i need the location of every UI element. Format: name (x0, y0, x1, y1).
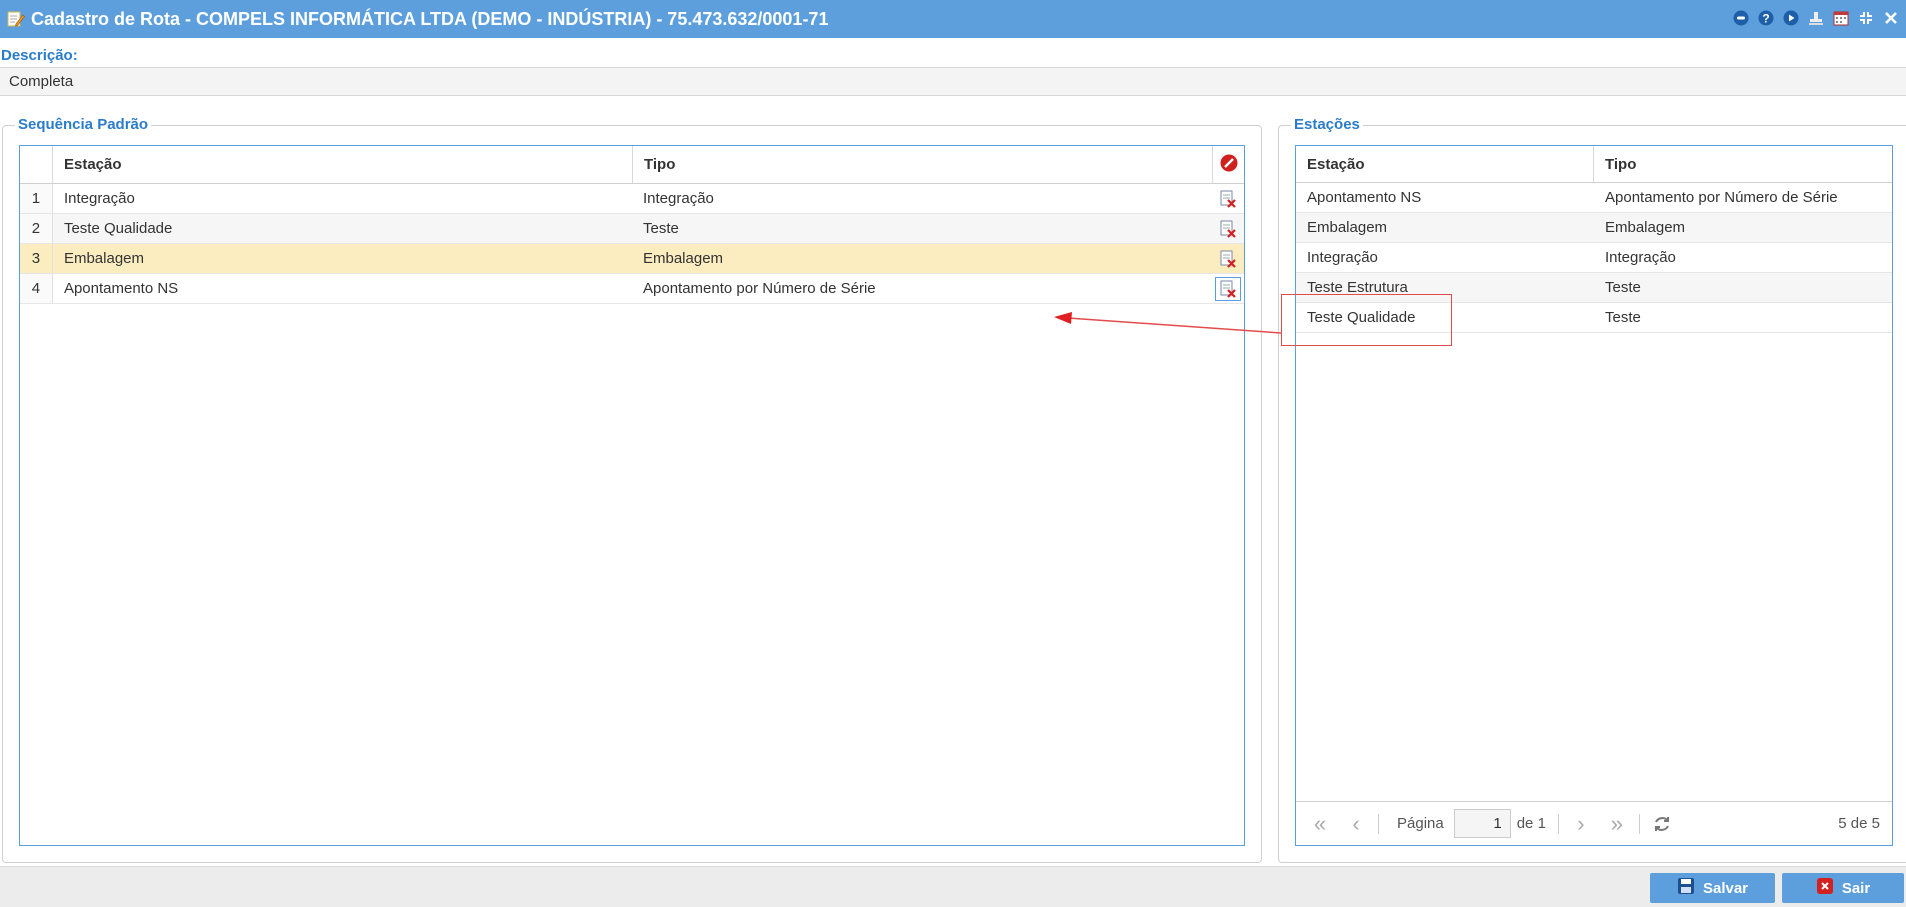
delete-doc-icon (1220, 250, 1236, 268)
rownum-header (20, 146, 53, 183)
column-header-tipo[interactable]: Tipo (633, 146, 1213, 183)
row-number: 3 (20, 244, 53, 273)
delete-row-cell (1211, 274, 1244, 303)
help-icon[interactable]: ? (1757, 9, 1775, 27)
last-page-icon[interactable]: » (1599, 809, 1635, 839)
row-number: 2 (20, 214, 53, 243)
next-page-icon[interactable]: › (1563, 809, 1599, 839)
row-number: 4 (20, 274, 53, 303)
page-label: Página (1397, 815, 1444, 832)
pager-separator (1557, 813, 1559, 834)
footer-bar: Salvar Sair (0, 866, 1906, 907)
estacoes-panel: Estações Estação Tipo Apontamento NS Apo… (1278, 116, 1906, 863)
previous-page-icon[interactable]: ‹ (1338, 809, 1374, 839)
exit-label: Sair (1841, 879, 1871, 897)
delete-row-button[interactable] (1215, 247, 1241, 271)
cell-tipo: Apontamento por Número de Série (643, 280, 876, 297)
table-row-selected[interactable]: 3 Embalagem Embalagem (20, 244, 1244, 274)
clear-all-button[interactable] (1213, 146, 1244, 183)
table-row[interactable]: Embalagem Embalagem (1296, 213, 1892, 243)
cell-estacao: Embalagem (1307, 219, 1388, 236)
row-number: 1 (20, 184, 53, 213)
cell-estacao: Apontamento NS (1307, 189, 1422, 206)
floppy-disk-icon (1677, 877, 1695, 899)
column-header-estacao[interactable]: Estação (53, 146, 633, 183)
delete-row-button[interactable] (1215, 217, 1241, 241)
cell-tipo: Teste (1605, 309, 1641, 326)
cell-tipo: Integração (1605, 249, 1676, 266)
edit-document-icon (5, 9, 25, 29)
cell-tipo: Integração (643, 190, 714, 207)
cell-estacao: Teste Qualidade (63, 220, 173, 237)
delete-doc-icon (1220, 280, 1236, 298)
descricao-input[interactable]: Completa (0, 67, 1906, 96)
column-header-estacao[interactable]: Estação (1296, 146, 1594, 182)
stamp-icon[interactable] (1807, 9, 1825, 27)
cell-tipo: Teste (1605, 279, 1641, 296)
play-icon[interactable] (1782, 9, 1800, 27)
cell-estacao: Integração (63, 190, 135, 207)
table-row[interactable]: 2 Teste Qualidade Teste (20, 214, 1244, 244)
descricao-label: Descrição: (1, 47, 78, 64)
delete-row-cell (1211, 214, 1244, 243)
delete-row-button[interactable] (1214, 276, 1241, 301)
estacoes-grid-header: Estação Tipo (1296, 146, 1892, 183)
estacoes-grid: Estação Tipo Apontamento NS Apontamento … (1295, 145, 1893, 846)
sequencia-grid-header: Estação Tipo (20, 146, 1244, 184)
page-number-input[interactable]: 1 (1453, 809, 1511, 838)
delete-row-button[interactable] (1215, 187, 1241, 211)
cell-tipo: Apontamento por Número de Série (1605, 189, 1838, 206)
pager-summary: 5 de 5 (1838, 815, 1880, 832)
pager-separator (1638, 813, 1640, 834)
page-of-label: de 1 (1516, 815, 1546, 832)
annotation-highlight-box (1281, 294, 1452, 346)
first-page-icon[interactable]: « (1302, 809, 1338, 839)
window-tools: ? (1732, 9, 1900, 27)
table-row[interactable]: 4 Apontamento NS Apontamento por Número … (20, 274, 1244, 304)
sequencia-padrao-panel: Sequência Padrão Estação Tipo 1 Integraç… (2, 116, 1262, 863)
window-title: Cadastro de Rota - COMPELS INFORMÁTICA L… (31, 8, 829, 29)
calendar-icon[interactable] (1832, 9, 1850, 27)
cell-estacao: Embalagem (63, 250, 144, 267)
cell-tipo: Embalagem (1605, 219, 1686, 236)
table-row[interactable]: 1 Integração Integração (20, 184, 1244, 214)
cell-estacao: Apontamento NS (63, 280, 179, 297)
window-titlebar: Cadastro de Rota - COMPELS INFORMÁTICA L… (0, 0, 1906, 38)
refresh-icon[interactable] (1644, 809, 1680, 839)
save-button[interactable]: Salvar (1650, 873, 1775, 903)
no-entry-icon (1220, 154, 1238, 176)
collapse-icon[interactable] (1857, 9, 1875, 27)
sequencia-grid: Estação Tipo 1 Integração Integração 2 T… (19, 145, 1245, 846)
exit-button[interactable]: Sair (1782, 873, 1904, 903)
close-icon[interactable] (1882, 9, 1900, 27)
delete-doc-icon (1220, 220, 1236, 238)
exit-icon (1816, 877, 1834, 899)
cell-tipo: Teste (643, 220, 679, 237)
pager-separator (1378, 813, 1379, 834)
cell-tipo: Embalagem (643, 250, 724, 267)
sequencia-padrao-legend: Sequência Padrão (15, 116, 152, 133)
delete-row-cell (1211, 184, 1244, 213)
table-row[interactable]: Apontamento NS Apontamento por Número de… (1296, 183, 1892, 213)
save-label: Salvar (1702, 879, 1749, 897)
estacoes-pager: « ‹ Página 1 de 1 › » 5 de 5 (1296, 801, 1892, 845)
delete-row-cell (1211, 244, 1244, 273)
delete-doc-icon (1220, 190, 1236, 208)
svg-text:?: ? (1762, 12, 1769, 26)
cell-estacao: Integração (1307, 249, 1378, 266)
info-icon[interactable] (1732, 9, 1750, 27)
column-header-tipo[interactable]: Tipo (1594, 146, 1892, 182)
table-row[interactable]: Integração Integração (1296, 243, 1892, 273)
estacoes-legend: Estações (1291, 116, 1363, 133)
